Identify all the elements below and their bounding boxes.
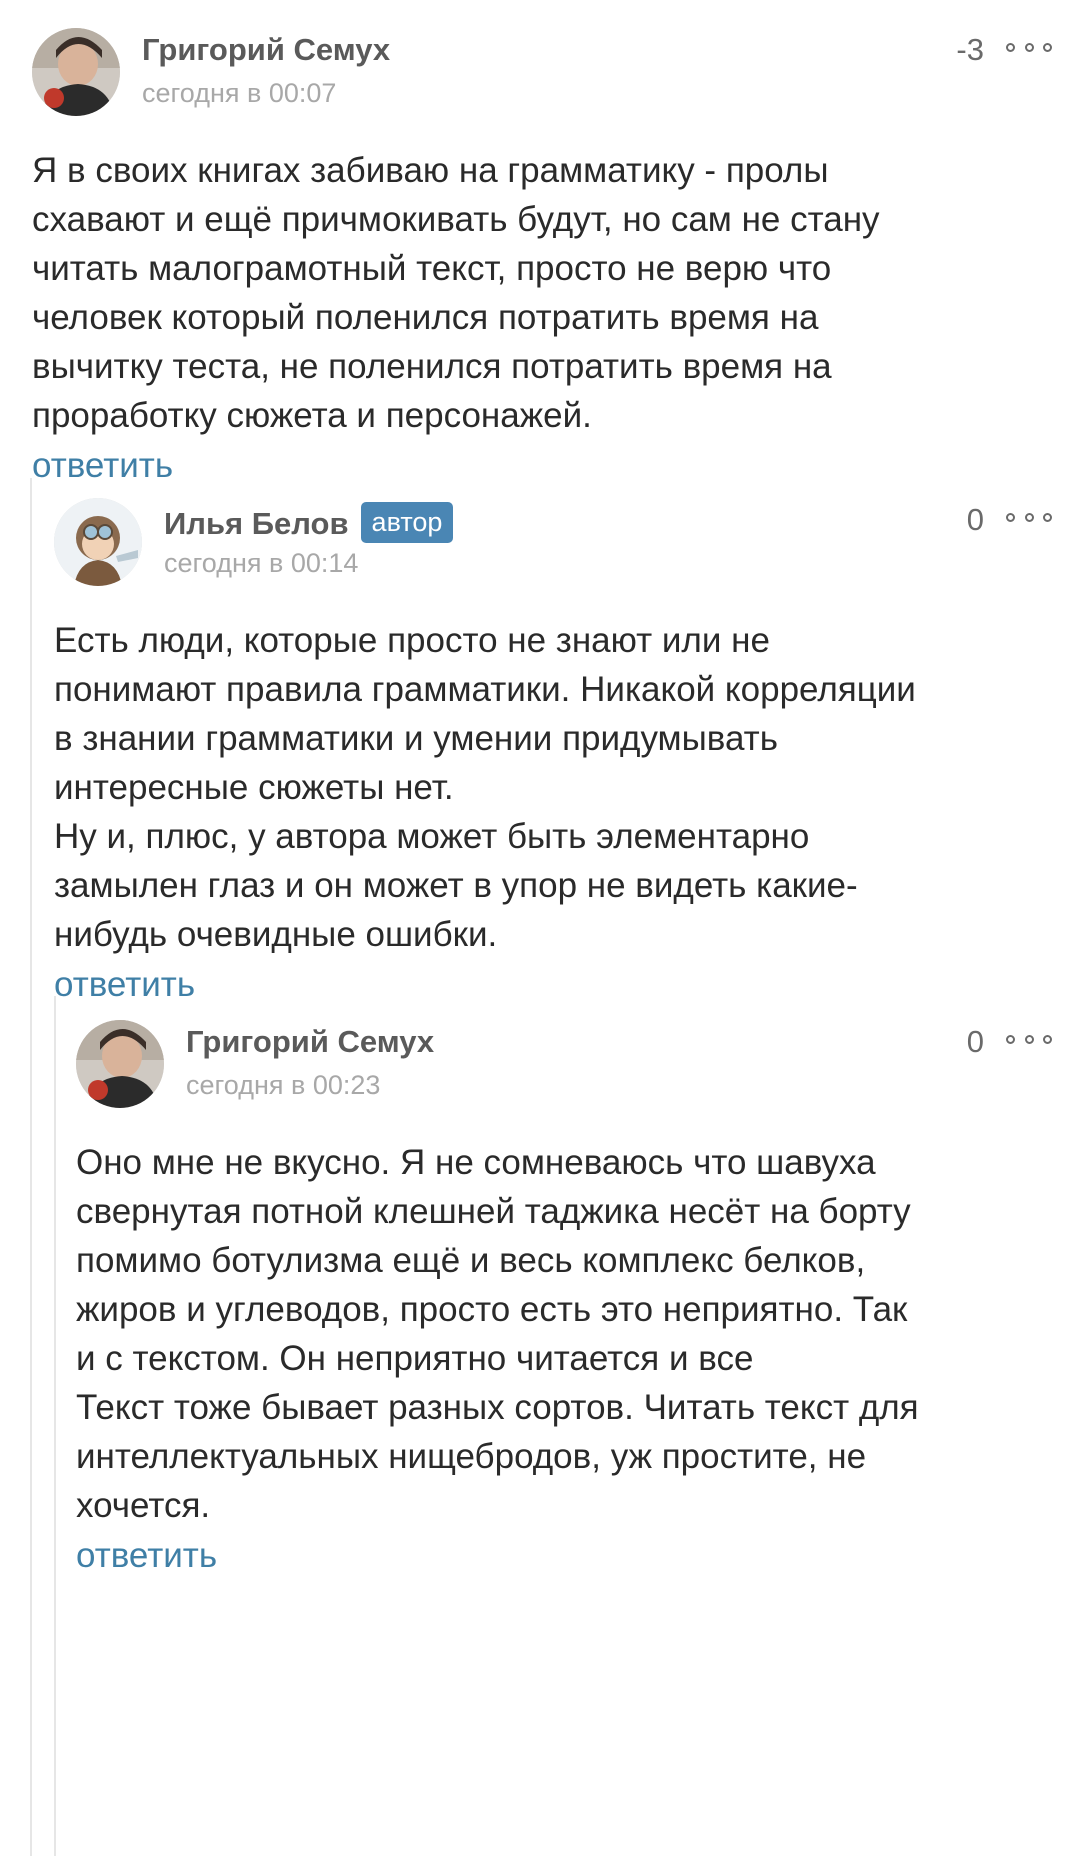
comment-line: вычитку теста, не поленился потратить вр… [32,347,832,386]
comment-time: сегодня в 00:23 [186,1070,381,1100]
comment-header: Григорий Семух сегодня в 00:07 -3 [32,28,1052,128]
comment-1: Григорий Семух сегодня в 00:07 -3 Я в св… [32,28,1052,486]
avatar[interactable] [76,1020,164,1108]
comment-line: Текст тоже бывает разных сортов. Читать … [76,1388,919,1427]
comment-text: Оно мне не вкусно. Я не сомневаюсь что ш… [76,1138,1052,1530]
rating: 0 [966,1024,984,1059]
avatar[interactable] [32,28,120,116]
comment-line: нибудь очевидные ошибки. [54,915,498,954]
reply-link[interactable]: ответить [76,1536,217,1576]
comment-line: человек который поленился потратить врем… [32,298,819,337]
comment-3: Григорий Семух сегодня в 00:23 0 Оно мне… [76,1020,1052,1576]
comment-2: Илья Белов автор сегодня в 00:14 0 Есть л… [54,498,1052,1005]
author-badge: автор [360,502,454,543]
comment-text: Есть люди, которые просто не знают или н… [54,616,1052,959]
comment-line: жиров и углеводов, просто есть это непри… [76,1290,908,1329]
author-name-text[interactable]: Илья Белов [164,506,349,541]
thread-line-level-2 [54,996,56,1856]
reply-link[interactable]: ответить [54,965,195,1005]
comment-line: интересные сюжеты нет. [54,768,454,807]
comment-line: Я в своих книгах забиваю на грамматику -… [32,151,829,190]
more-options-icon[interactable] [1006,1032,1052,1046]
comment-line: хочется. [76,1486,211,1525]
avatar[interactable] [54,498,142,586]
comment-line: свернутая потной клешней таджика несёт н… [76,1192,911,1231]
thread-line-level-1 [30,478,32,1856]
comment-time: сегодня в 00:14 [164,548,359,578]
comment-header: Григорий Семух сегодня в 00:23 0 [76,1020,1052,1120]
comment-line: понимают правила грамматики. Никакой кор… [54,670,916,709]
author-name[interactable]: Илья Белов автор [164,502,454,543]
comment-text: Я в своих книгах забиваю на грамматику -… [32,146,1052,440]
comment-line: и с текстом. Он неприятно читается и все [76,1339,754,1378]
more-options-icon[interactable] [1006,40,1052,54]
reply-link[interactable]: ответить [32,446,173,486]
comment-line: проработку сюжета и персонажей. [32,396,592,435]
comment-line: Оно мне не вкусно. Я не сомневаюсь что ш… [76,1143,876,1182]
rating: -3 [956,32,984,67]
comment-line: читать малограмотный текст, просто не ве… [32,249,832,288]
comment-time: сегодня в 00:07 [142,78,337,108]
author-name[interactable]: Григорий Семух [186,1024,434,1060]
author-name[interactable]: Григорий Семух [142,32,390,68]
comment-line: в знании грамматики и умении придумывать [54,719,778,758]
comment-line: замылен глаз и он может в упор не видеть… [54,866,858,905]
comment-line: интеллектуальных нищебродов, уж простите… [76,1437,867,1476]
rating: 0 [966,502,984,537]
comment-line: Есть люди, которые просто не знают или н… [54,621,770,660]
comment-line: схавают и ещё причмокивать будут, но сам… [32,200,880,239]
comment-header: Илья Белов автор сегодня в 00:14 0 [54,498,1052,598]
more-options-icon[interactable] [1006,510,1052,524]
comment-line: Ну и, плюс, у автора может быть элемента… [54,817,810,856]
comment-line: помимо ботулизма ещё и весь комплекс бел… [76,1241,866,1280]
